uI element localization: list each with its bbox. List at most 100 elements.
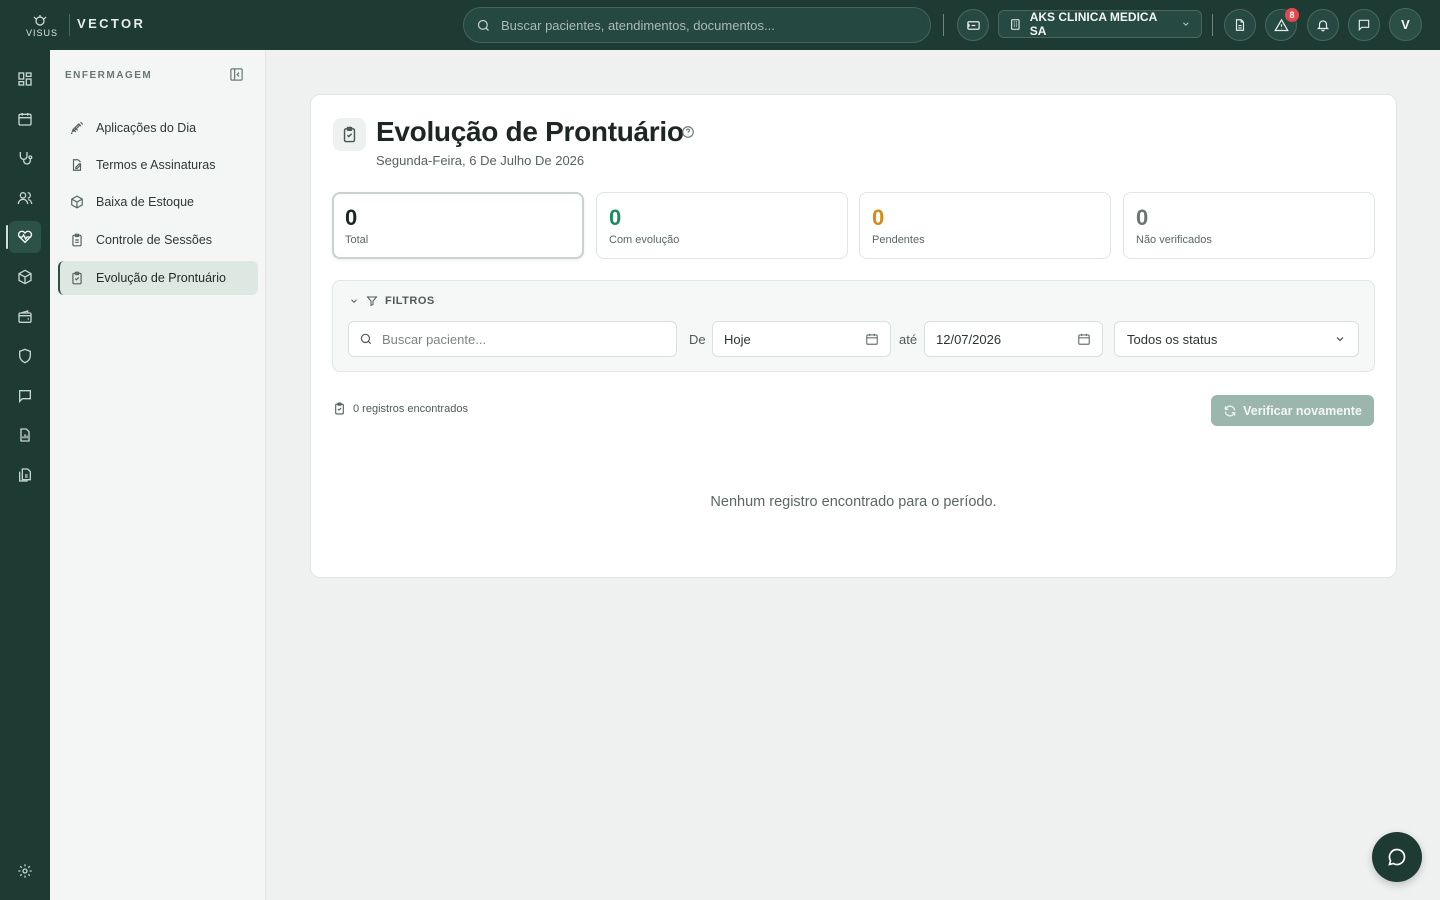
message-square-icon <box>19 390 31 403</box>
reverify-button[interactable]: Verificar novamente <box>1211 395 1374 426</box>
rail-inventory[interactable] <box>9 261 41 293</box>
clipboard-check-icon <box>333 118 366 151</box>
file-signature-icon <box>72 159 82 171</box>
sidebar-item-sessoes[interactable]: Controle de Sessões <box>58 223 258 257</box>
package-icon <box>18 269 32 285</box>
chevron-down-icon <box>1183 22 1189 26</box>
stat-label: Com evolução <box>609 234 680 246</box>
stat-label: Não verificados <box>1136 234 1212 246</box>
rail-finance[interactable] <box>9 301 41 333</box>
sidebar-collapse-button[interactable] <box>229 67 245 83</box>
status-select[interactable]: Todos os status <box>1114 321 1359 357</box>
ticket-button[interactable] <box>957 9 989 41</box>
calendar-icon <box>18 113 32 126</box>
users-icon <box>17 192 33 205</box>
building-icon <box>1011 18 1020 30</box>
to-date-field[interactable]: 12/07/2026 <box>924 321 1103 357</box>
sidebar-item-label: Evolução de Prontuário <box>96 271 226 285</box>
stat-card-pendentes[interactable]: 0 Pendentes <box>859 192 1111 259</box>
messages-button[interactable] <box>1348 9 1380 41</box>
wallet-icon <box>18 310 32 323</box>
shield-icon <box>19 348 31 364</box>
chevron-down-icon <box>351 299 357 303</box>
alerts-button[interactable]: 8 <box>1265 8 1299 41</box>
bell-icon <box>1316 20 1330 32</box>
from-date-value: Hoje <box>724 331 751 347</box>
sidebar-item-label: Aplicações do Dia <box>96 121 197 135</box>
patient-search-input[interactable] <box>382 331 652 347</box>
sidebar-item-evolucao[interactable]: Evolução de Prontuário <box>58 261 258 295</box>
rail-settings[interactable] <box>9 855 41 887</box>
stat-card-nao-verificados[interactable]: 0 Não verificados <box>1123 192 1375 259</box>
filters-toggle[interactable]: FILTROS <box>349 295 435 307</box>
organization-selector[interactable]: AKS CLINICA MEDICA SA <box>998 10 1202 38</box>
chat-fab-button[interactable] <box>1372 832 1422 882</box>
sidebar-section-title: ENFERMAGEM <box>65 70 153 81</box>
stat-label: Total <box>345 234 369 246</box>
chevron-down-icon <box>1336 337 1344 342</box>
dashboard-icon <box>18 72 32 86</box>
sidebar-item-estoque[interactable]: Baixa de Estoque <box>58 185 258 219</box>
to-date-value: 12/07/2026 <box>936 331 1002 347</box>
heart-pulse-icon <box>17 230 33 244</box>
filters-title: FILTROS <box>385 295 435 307</box>
to-label: até <box>899 332 918 347</box>
rail-dashboard[interactable] <box>9 63 41 95</box>
sidebar-item-label: Baixa de Estoque <box>96 195 194 209</box>
calendar-icon <box>1078 333 1090 345</box>
stat-value: 0 <box>345 205 358 230</box>
rail-medical[interactable] <box>9 142 41 174</box>
sidebar-item-aplicacoes[interactable]: Aplicações do Dia <box>58 111 258 145</box>
sidebar-item-label: Controle de Sessões <box>96 233 213 247</box>
brand-divider <box>69 14 70 36</box>
chat-bubble-icon <box>1388 848 1406 866</box>
divider <box>1212 14 1213 36</box>
file-stack-icon <box>19 468 31 482</box>
top-bar: VISUS VECTOR AKS CLINICA MEDICA SA 8 V <box>0 0 1440 50</box>
reverify-label: Verificar novamente <box>1243 403 1362 418</box>
stat-value: 0 <box>872 205 885 230</box>
rail-security[interactable] <box>9 340 41 372</box>
search-icon <box>360 333 372 345</box>
rail-reports[interactable] <box>9 419 41 451</box>
stat-label: Pendentes <box>872 234 925 246</box>
panel-collapse-icon <box>230 68 243 81</box>
package-icon <box>71 195 83 209</box>
patient-search[interactable] <box>348 321 677 357</box>
rail-documents[interactable] <box>9 459 41 491</box>
rail-calendar[interactable] <box>9 103 41 135</box>
documents-button[interactable] <box>1224 9 1256 41</box>
ticket-icon <box>966 20 980 30</box>
sidebar-item-termos[interactable]: Termos e Assinaturas <box>58 148 258 182</box>
filter-icon <box>366 296 378 307</box>
rail-patients[interactable] <box>9 182 41 214</box>
global-search-input[interactable] <box>501 17 901 33</box>
page-title: Evolução de Prontuário <box>376 116 684 147</box>
sidebar: ENFERMAGEM Aplicações do Dia Termos e As… <box>50 50 266 900</box>
from-label: De <box>689 332 706 347</box>
main-card: Evolução de Prontuário Segunda-Feira, 6 … <box>310 94 1397 578</box>
message-square-icon <box>1358 19 1370 32</box>
stethoscope-icon <box>19 152 33 165</box>
from-date-field[interactable]: Hoje <box>712 321 891 357</box>
stat-value: 0 <box>609 205 622 230</box>
clipboard-check-icon <box>72 271 82 285</box>
user-avatar[interactable]: V <box>1389 8 1422 41</box>
rail-chat[interactable] <box>9 380 41 412</box>
global-search[interactable] <box>463 7 931 43</box>
stat-card-com-evolucao[interactable]: 0 Com evolução <box>596 192 848 259</box>
rail-nursing[interactable] <box>9 221 41 253</box>
app-brand: VECTOR <box>77 16 146 31</box>
alerts-badge: 8 <box>1285 8 1299 22</box>
filters-panel: FILTROS De Hoje até 12/07/2026 Todos os … <box>332 280 1375 372</box>
document-icon <box>1235 19 1245 31</box>
status-select-value: Todos os status <box>1127 331 1218 347</box>
help-icon[interactable] <box>681 125 695 139</box>
organization-name: AKS CLINICA MEDICA SA <box>1029 10 1157 38</box>
clipboard-check-icon <box>335 402 344 415</box>
stat-card-total[interactable]: 0 Total <box>332 192 584 259</box>
notifications-button[interactable] <box>1307 9 1339 41</box>
search-icon <box>477 19 489 31</box>
icon-rail <box>0 50 50 900</box>
calendar-icon <box>866 333 878 345</box>
